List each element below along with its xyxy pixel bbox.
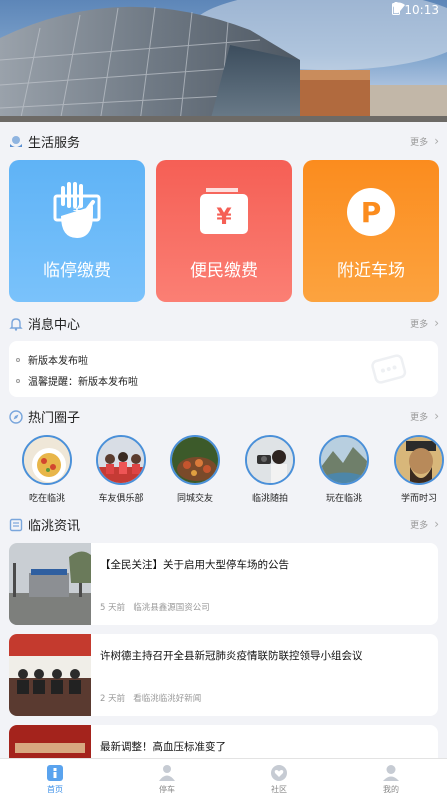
message-text: 新版本发布啦 <box>28 356 88 367</box>
chat-bubble-icon <box>370 353 408 391</box>
circle-item[interactable]: 车友俱乐部 <box>94 435 148 504</box>
tab-mine[interactable]: 我的 <box>361 764 421 795</box>
circle-avatar <box>245 435 295 485</box>
bottom-tab-bar: 首页 停车 社区 我的 <box>0 758 447 796</box>
parking-user-icon <box>158 764 176 782</box>
news-source: 看临洮临洮好新闻 <box>133 694 202 704</box>
news-meta: 2 天前 看临洮临洮好新闻 <box>100 692 201 704</box>
circle-name: 临洮随拍 <box>251 494 288 504</box>
more-link[interactable]: 更多 › <box>410 409 439 423</box>
heart-hand-icon <box>9 134 23 148</box>
circle-name: 学而时习 <box>400 494 437 504</box>
home-icon <box>46 764 64 782</box>
tab-community[interactable]: 社区 <box>249 764 309 795</box>
news-thumbnail <box>9 634 91 716</box>
circle-avatar <box>394 435 444 485</box>
status-time: 10:13 <box>404 3 439 17</box>
more-label: 更多 <box>410 137 429 148</box>
news-item[interactable]: 【全民关注】关于启用大型停车场的公告 5 天前 临洮县鑫源国资公司 <box>9 543 438 625</box>
circle-item[interactable]: 同城交友 <box>168 435 222 504</box>
section-title: 生活服务 <box>28 135 81 151</box>
tab-label: 停车 <box>159 785 175 794</box>
hand-money-icon: ¥ <box>47 182 107 242</box>
section-title: 临洮资讯 <box>28 518 81 534</box>
user-icon <box>382 764 400 782</box>
more-link[interactable]: 更多 › <box>410 134 439 148</box>
tab-home[interactable]: 首页 <box>25 764 85 795</box>
chevron-right-icon: › <box>434 517 439 531</box>
circle-avatar <box>22 435 72 485</box>
news-title: 许树德主持召开全县新冠肺炎疫情联防联控领导小组会议 <box>100 650 363 662</box>
news-thumbnail <box>9 543 91 625</box>
more-label: 更多 <box>410 520 429 531</box>
compass-icon <box>9 409 23 424</box>
temp-parking-payment-card[interactable]: ¥ 临停缴费 <box>9 160 145 302</box>
message-text: 温馨提醒：新版本发布啦 <box>28 377 138 388</box>
status-bar: 10:13 <box>392 2 439 18</box>
utility-payment-card[interactable]: ¥ 便民缴费 <box>156 160 292 302</box>
nearby-parking-card[interactable]: P 附近车场 <box>303 160 439 302</box>
circle-item[interactable]: 临洮随拍 <box>243 435 297 504</box>
svg-text:P: P <box>361 196 382 229</box>
news-title: 【全民关注】关于启用大型停车场的公告 <box>100 559 289 571</box>
circle-item[interactable]: 吃在临洮 <box>20 435 74 504</box>
circle-avatar <box>96 435 146 485</box>
chevron-right-icon: › <box>434 316 439 330</box>
circle-name: 玩在临洮 <box>325 494 362 504</box>
circle-avatar <box>170 435 220 485</box>
news-time: 2 天前 <box>100 694 126 704</box>
news-item[interactable]: 许树德主持召开全县新冠肺炎疫情联防联控领导小组会议 2 天前 看临洮临洮好新闻 <box>9 634 438 716</box>
card-label: 附近车场 <box>337 261 405 281</box>
svg-text:¥: ¥ <box>216 205 232 230</box>
circle-name: 同城交友 <box>176 494 213 504</box>
message-list: 新版本发布啦 温馨提醒：新版本发布啦 <box>9 341 438 397</box>
document-icon <box>9 517 23 532</box>
circle-name: 车友俱乐部 <box>98 494 144 504</box>
more-label: 更多 <box>410 319 429 330</box>
circle-name: 吃在临洮 <box>28 494 65 504</box>
bell-icon <box>9 316 23 331</box>
list-item[interactable]: 新版本发布啦 <box>16 352 88 367</box>
news-source: 临洮县鑫源国资公司 <box>133 603 210 613</box>
news-meta: 5 天前 临洮县鑫源国资公司 <box>100 601 210 613</box>
parking-p-icon: P <box>341 182 401 242</box>
chevron-right-icon: › <box>434 134 439 148</box>
card-label: 便民缴费 <box>190 261 258 281</box>
circle-item[interactable]: 玩在临洮 <box>317 435 371 504</box>
tab-label: 社区 <box>271 785 287 794</box>
section-title: 消息中心 <box>28 317 81 333</box>
section-title: 热门圈子 <box>28 410 81 426</box>
news-time: 5 天前 <box>100 603 126 613</box>
hot-circles-header: 热门圈子 更多 › <box>0 405 447 427</box>
bullet-icon <box>16 378 20 383</box>
bullet-icon <box>16 357 20 362</box>
message-center-header: 消息中心 更多 › <box>0 312 447 334</box>
card-label: 临停缴费 <box>43 261 111 281</box>
life-services-header: 生活服务 更多 › <box>0 130 447 152</box>
community-heart-icon <box>270 764 288 782</box>
circle-avatar <box>319 435 369 485</box>
news-title: 最新调整！高血压标准变了 <box>100 741 226 753</box>
more-label: 更多 <box>410 412 429 423</box>
tab-label: 我的 <box>383 785 399 794</box>
tab-parking[interactable]: 停车 <box>137 764 197 795</box>
more-link[interactable]: 更多 › <box>410 316 439 330</box>
news-header: 临洮资讯 更多 › <box>0 513 447 535</box>
more-link[interactable]: 更多 › <box>410 517 439 531</box>
wallet-yen-icon: ¥ <box>194 182 254 242</box>
tab-label: 首页 <box>47 785 63 794</box>
circle-item[interactable]: 学而时习 <box>392 435 446 504</box>
list-item[interactable]: 温馨提醒：新版本发布啦 <box>16 373 138 388</box>
hero-banner[interactable]: 10:13 <box>0 0 447 122</box>
chevron-right-icon: › <box>434 409 439 423</box>
